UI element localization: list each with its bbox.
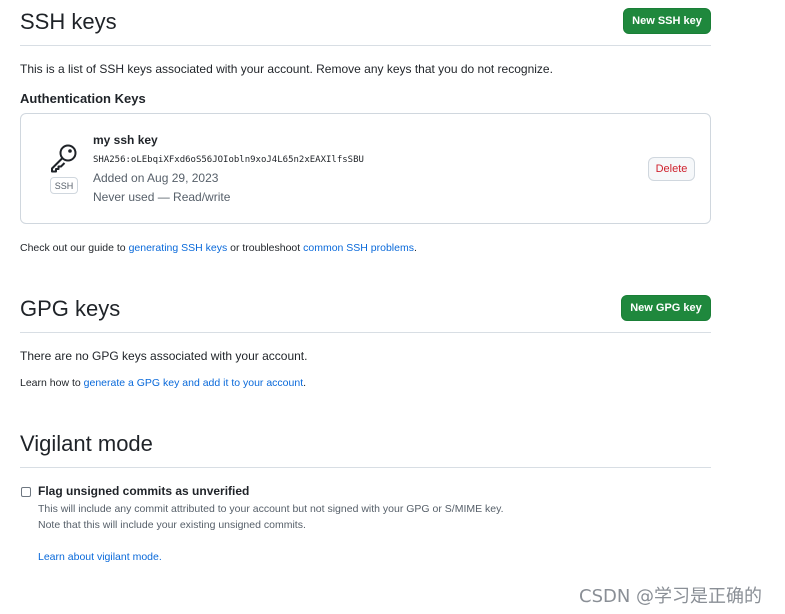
ssh-keys-heading: SSH keys: [20, 9, 117, 34]
ssh-key-card: [20, 113, 711, 224]
ssh-key-added-date: Added on Aug 29, 2023: [93, 171, 219, 185]
vigilant-note-line2: Note that this will include your existin…: [38, 519, 306, 531]
vigilant-divider: [20, 467, 711, 468]
common-ssh-problems-link[interactable]: common SSH problems: [303, 242, 414, 254]
authentication-keys-heading: Authentication Keys: [20, 91, 146, 106]
ssh-key-fingerprint: SHA256:oLEbqiXFxd6oS56JOIobln9xoJ4L65n2x…: [93, 155, 364, 165]
generating-ssh-keys-link[interactable]: generating SSH keys: [129, 242, 228, 254]
gpg-empty-text: There are no GPG keys associated with yo…: [20, 349, 308, 363]
ssh-guide-middle: or troubleshoot: [227, 242, 304, 254]
gpg-keys-heading: GPG keys: [20, 296, 121, 321]
csdn-watermark: CSDN @学习是正确的: [579, 586, 763, 607]
new-gpg-key-button[interactable]: New GPG key: [621, 295, 711, 321]
delete-ssh-key-button[interactable]: Delete: [648, 157, 695, 181]
vigilant-mode-heading: Vigilant mode: [20, 431, 153, 456]
gpg-learn-suffix: .: [303, 377, 307, 389]
gpg-learn-prefix: Learn how to: [20, 377, 84, 389]
gpg-learn-text: Learn how to generate a GPG key and add …: [20, 377, 306, 389]
vigilant-note-line1: This will include any commit attributed …: [38, 503, 504, 515]
ssh-description: This is a list of SSH keys associated wi…: [20, 62, 553, 76]
ssh-guide-prefix: Check out our guide to: [20, 242, 129, 254]
flag-unsigned-commits-checkbox[interactable]: [21, 487, 31, 497]
new-ssh-key-button[interactable]: New SSH key: [623, 8, 711, 34]
ssh-type-badge: SSH: [50, 177, 78, 194]
ssh-key-title: my ssh key: [93, 133, 158, 147]
ssh-guide-suffix: .: [413, 242, 417, 254]
key-icon: [48, 142, 80, 174]
generate-gpg-key-link[interactable]: generate a GPG key and add it to your ac…: [84, 377, 303, 389]
ssh-divider: [20, 45, 711, 46]
ssh-guide-text: Check out our guide to generating SSH ke…: [20, 242, 417, 254]
ssh-key-usage: Never used — Read/write: [93, 190, 231, 204]
gpg-divider: [20, 332, 711, 333]
learn-vigilant-mode-link[interactable]: Learn about vigilant mode.: [38, 551, 162, 563]
flag-unsigned-commits-label[interactable]: Flag unsigned commits as unverified: [38, 484, 249, 498]
